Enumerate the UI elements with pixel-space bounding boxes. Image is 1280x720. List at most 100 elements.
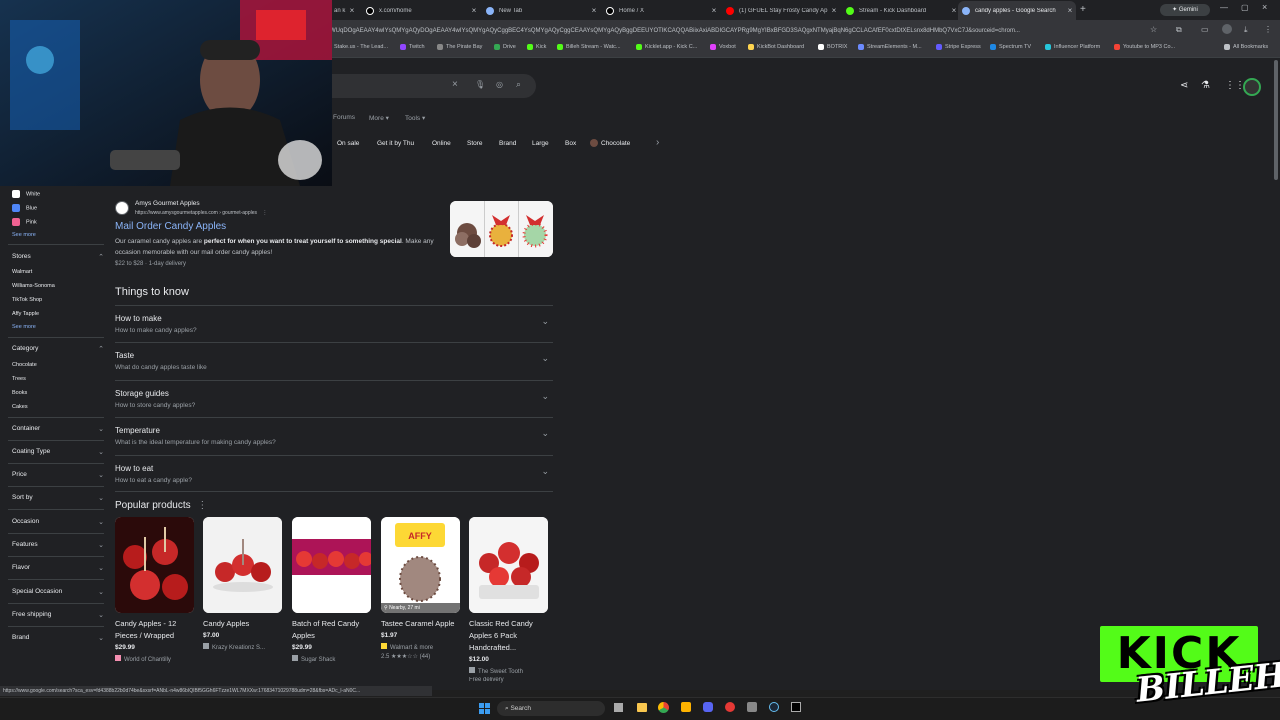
account-avatar[interactable]: [1243, 78, 1261, 96]
store-affy-tapple[interactable]: Affy Tapple: [12, 311, 39, 317]
terminal-icon[interactable]: [791, 702, 801, 712]
discord-icon[interactable]: [703, 702, 713, 712]
bookmark-item[interactable]: Twitch: [400, 44, 425, 50]
result-thumbnail[interactable]: [450, 201, 553, 257]
address-bar[interactable]: WUqDOgAEAAY4wIYsQMYgAQyDOgAEAAY4wIYsQMYg…: [330, 23, 1148, 39]
category-books[interactable]: Books: [12, 390, 27, 396]
lens-icon[interactable]: ◎: [496, 80, 503, 89]
faq-taste[interactable]: Taste What do candy apples taste like ⌄: [115, 342, 553, 379]
filter-color-blue[interactable]: Blue: [12, 204, 37, 212]
file-explorer-icon[interactable]: [637, 703, 647, 712]
chip-brand[interactable]: Brand: [499, 137, 516, 150]
bookmark-item[interactable]: Youtube to MP3 Co...: [1114, 44, 1175, 50]
bookmark-item[interactable]: Drive: [494, 44, 516, 50]
nav-tools[interactable]: Tools ▾: [405, 114, 425, 122]
bookmark-item[interactable]: The Pirate Bay: [437, 44, 482, 50]
stores-header[interactable]: Stores ⌃: [12, 253, 104, 261]
nav-forums[interactable]: Forums: [333, 114, 355, 121]
faq-how-to-eat[interactable]: How to eat How to eat a candy apple? ⌄: [115, 455, 553, 492]
store-tiktok-shop[interactable]: TikTok Shop: [12, 297, 42, 303]
bookmark-item[interactable]: Kicklet.app - Kick C...: [636, 44, 697, 50]
category-trees[interactable]: Trees: [12, 376, 26, 382]
product-card[interactable]: Classic Red Candy Apples 6 Pack Handcraf…: [469, 517, 549, 683]
close-window-button[interactable]: ×: [1262, 2, 1267, 12]
tab-1[interactable]: x.com/home ×: [362, 1, 480, 20]
bookmark-item[interactable]: BOTRIX: [818, 44, 847, 50]
filter-container[interactable]: Container ⌄: [12, 425, 104, 433]
mail-icon[interactable]: [747, 702, 757, 712]
scrollbar-thumb[interactable]: [1274, 60, 1278, 180]
category-cakes[interactable]: Cakes: [12, 404, 28, 410]
chip-large[interactable]: Large: [532, 137, 549, 150]
filter-flavor[interactable]: Flavor ⌄: [12, 564, 104, 572]
bookmark-item[interactable]: Billeh Stream - Watc...: [557, 44, 621, 50]
maximize-button[interactable]: ▢: [1241, 3, 1249, 12]
steam-icon[interactable]: [769, 702, 779, 712]
bookmark-item[interactable]: StreamElements - M...: [858, 44, 922, 50]
store-walmart[interactable]: Walmart: [12, 269, 32, 275]
faq-temperature[interactable]: Temperature What is the ideal temperature…: [115, 417, 553, 454]
gemini-button[interactable]: ✦ Gemini: [1160, 4, 1210, 16]
product-card[interactable]: Candy Apples $7.00 Krazy Kreationz S...: [203, 517, 283, 651]
chevron-right-icon[interactable]: ›: [656, 137, 659, 148]
filter-sort-by[interactable]: Sort by ⌄: [12, 494, 104, 502]
labs-icon[interactable]: ⚗: [1201, 80, 1210, 91]
product-card[interactable]: Batch of Red Candy Apples $29.99 Sugar S…: [292, 517, 372, 663]
filter-occasion[interactable]: Occasion ⌄: [12, 518, 104, 526]
menu-kebab-icon[interactable]: ⋮: [1264, 25, 1272, 34]
product-card[interactable]: Candy Apples - 12 Pieces / Wrapped $29.9…: [115, 517, 195, 663]
bookmark-item[interactable]: Stripe Express: [936, 44, 981, 50]
category-chocolate[interactable]: Chocolate: [12, 362, 37, 368]
close-tab-icon[interactable]: ×: [468, 6, 480, 15]
download-icon[interactable]: ⤓: [1244, 25, 1248, 35]
search-input[interactable]: × 🎙 ◎ ⌕: [300, 74, 536, 98]
see-more-colors[interactable]: See more: [12, 232, 36, 238]
tab-6-active[interactable]: candy apples - Google Search ×: [958, 1, 1076, 20]
close-tab-icon[interactable]: ×: [346, 6, 358, 15]
see-more-stores[interactable]: See more: [12, 324, 36, 330]
profile-avatar[interactable]: [1222, 24, 1232, 34]
extensions-icon[interactable]: ⧉: [1176, 25, 1182, 35]
all-bookmarks[interactable]: All Bookmarks: [1224, 44, 1268, 50]
bookmark-item[interactable]: Voxbot: [710, 44, 736, 50]
filter-coating-type[interactable]: Coating Type ⌄: [12, 448, 104, 456]
product-card[interactable]: AFFY ⚲ Nearby, 27 mi Tastee Caramel Appl…: [381, 517, 461, 660]
minimize-button[interactable]: —: [1220, 3, 1228, 12]
tab-2[interactable]: New Tab ×: [482, 1, 600, 20]
chip-box[interactable]: Box: [565, 137, 576, 150]
kebab-icon[interactable]: ⋮: [262, 210, 267, 216]
filter-price[interactable]: Price ⌄: [12, 471, 104, 479]
clear-icon[interactable]: ×: [452, 79, 458, 90]
result-site-name[interactable]: Amys Gourmet Apples: [135, 200, 200, 207]
tab-3[interactable]: Home / X ×: [602, 1, 720, 20]
bookmark-item[interactable]: KickBot Dashboard: [748, 44, 804, 50]
chip-on-sale[interactable]: On sale: [337, 137, 359, 150]
search-icon[interactable]: ⌕: [516, 79, 521, 90]
filter-special-occasion[interactable]: Special Occasion ⌄: [12, 588, 104, 596]
category-header[interactable]: Category ⌃: [12, 345, 104, 353]
store-williams-sonoma[interactable]: Williams-Sonoma: [12, 283, 55, 289]
chrome-icon[interactable]: [658, 702, 669, 713]
new-tab-button[interactable]: +: [1080, 4, 1086, 15]
tab-4[interactable]: (1) GFUEL Stay Frosty Candy Ap ×: [722, 1, 840, 20]
taskbar-search[interactable]: ⌕ Search: [497, 701, 605, 716]
tab-0[interactable]: an k ×: [330, 1, 358, 20]
task-view-icon[interactable]: [614, 703, 623, 712]
filter-brand[interactable]: Brand ⌄: [12, 634, 104, 642]
close-tab-icon[interactable]: ×: [588, 6, 600, 15]
chip-online[interactable]: Online: [432, 137, 451, 150]
filter-free-shipping[interactable]: Free shipping ⌄: [12, 611, 104, 619]
sidebar-icon[interactable]: ▭: [1201, 25, 1209, 34]
filter-features[interactable]: Features ⌄: [12, 541, 104, 549]
bookmark-item[interactable]: Kick: [527, 44, 546, 50]
result-title[interactable]: Mail Order Candy Apples: [115, 221, 226, 232]
bookmark-star-icon[interactable]: ☆: [1150, 25, 1157, 34]
windows-start-icon[interactable]: [479, 703, 490, 714]
faq-storage[interactable]: Storage guides How to store candy apples?…: [115, 380, 553, 417]
bookmark-item[interactable]: Stake.us - The Lead...: [334, 44, 388, 50]
app-icon[interactable]: [725, 702, 735, 712]
kebab-icon[interactable]: ⋮: [197, 500, 207, 511]
chip-store[interactable]: Store: [467, 137, 483, 150]
filter-color-white[interactable]: White: [12, 190, 40, 198]
filter-color-pink[interactable]: Pink: [12, 218, 37, 226]
